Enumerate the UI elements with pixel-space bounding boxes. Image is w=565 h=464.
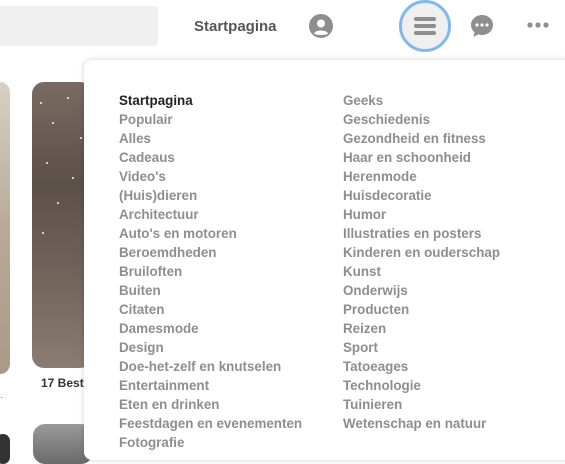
menu-item[interactable]: Citaten (119, 300, 302, 319)
profile-icon[interactable] (309, 14, 333, 38)
pin-image[interactable] (0, 82, 10, 374)
search-input[interactable] (0, 6, 158, 46)
pin-meta: · (0, 392, 4, 403)
menu-item[interactable]: Eten en drinken (119, 395, 302, 414)
menu-item[interactable]: Startpagina (119, 91, 302, 110)
menu-item[interactable]: Gezondheid en fitness (343, 129, 500, 148)
chat-bubble-icon[interactable] (470, 14, 494, 38)
menu-item[interactable]: Populair (119, 110, 302, 129)
menu-item[interactable]: Auto's en motoren (119, 224, 302, 243)
menu-item[interactable]: Entertainment (119, 376, 302, 395)
menu-item[interactable]: Geeks (343, 91, 500, 110)
categories-dropdown-menu: Startpagina Populair Alles Cadeaus Video's (H… (84, 60, 565, 460)
pin-title[interactable]: 17 Best (41, 376, 84, 390)
categories-column-left: Startpagina Populair Alles Cadeaus Video's (H… (119, 91, 302, 452)
menu-item[interactable]: Illustraties en posters (343, 224, 500, 243)
menu-item[interactable]: Sport (343, 338, 500, 357)
top-navigation-bar: Startpagina (0, 0, 565, 56)
menu-item[interactable]: Humor (343, 205, 500, 224)
menu-item[interactable]: Damesmode (119, 319, 302, 338)
menu-item[interactable]: Reizen (343, 319, 500, 338)
menu-item[interactable]: Alles (119, 129, 302, 148)
menu-item[interactable]: Wetenschap en natuur (343, 414, 500, 433)
menu-item[interactable]: Huisdecoratie (343, 186, 500, 205)
menu-item[interactable]: Tatoeages (343, 357, 500, 376)
pin-image[interactable] (0, 434, 10, 464)
menu-button[interactable] (399, 0, 451, 52)
home-link[interactable]: Startpagina (194, 18, 277, 35)
menu-item[interactable]: Feestdagen en evenementen (119, 414, 302, 433)
menu-item[interactable]: Fotografie (119, 433, 302, 452)
menu-item[interactable]: (Huis)dieren (119, 186, 302, 205)
menu-item[interactable]: Doe-het-zelf en knutselen (119, 357, 302, 376)
menu-item[interactable]: Architectuur (119, 205, 302, 224)
menu-item[interactable]: Tuinieren (343, 395, 500, 414)
menu-item[interactable]: Design (119, 338, 302, 357)
categories-column-right: Geeks Geschiedenis Gezondheid en fitness Ha… (343, 91, 500, 433)
menu-item[interactable]: Beroemdheden (119, 243, 302, 262)
menu-item[interactable]: Herenmode (343, 167, 500, 186)
menu-item[interactable]: Haar en schoonheid (343, 148, 500, 167)
menu-item[interactable]: Onderwijs (343, 281, 500, 300)
menu-item[interactable]: Bruiloften (119, 262, 302, 281)
hamburger-menu-icon (414, 17, 436, 35)
more-options-icon[interactable] (527, 20, 549, 30)
menu-item[interactable]: Kunst (343, 262, 500, 281)
menu-item[interactable]: Geschiedenis (343, 110, 500, 129)
menu-item[interactable]: Kinderen en ouderschap (343, 243, 500, 262)
menu-item[interactable]: Video's (119, 167, 302, 186)
menu-item[interactable]: Technologie (343, 376, 500, 395)
menu-item[interactable]: Producten (343, 300, 500, 319)
menu-item[interactable]: Cadeaus (119, 148, 302, 167)
pin-image[interactable] (32, 82, 92, 368)
menu-item[interactable]: Buiten (119, 281, 302, 300)
